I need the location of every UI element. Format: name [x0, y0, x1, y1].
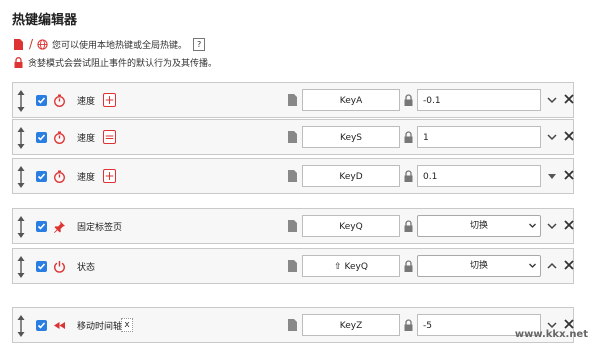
set-operator-button[interactable]: =: [103, 130, 116, 144]
hotkey-row: 状态 ⇧ KeyQ 切换: [12, 248, 574, 284]
stopwatch-icon: [54, 94, 65, 107]
chevron-down-icon[interactable]: [547, 96, 557, 104]
hotkey-row: 速度 + KeyA -0.1: [12, 82, 574, 118]
lock-icon[interactable]: [404, 220, 413, 232]
drag-handle-icon[interactable]: [17, 315, 25, 337]
action-label: 固定标签页: [77, 223, 123, 233]
drag-handle-icon[interactable]: [17, 216, 25, 238]
watermark: www.kkx.net: [515, 329, 588, 340]
chevron-down-icon: [529, 263, 536, 268]
lock-icon[interactable]: [404, 170, 413, 182]
hotkey-scope-note: / 您可以使用本地热键或全局热键。 ?: [12, 37, 206, 51]
value-input[interactable]: 0.1: [417, 165, 541, 187]
increment-operator-button[interactable]: +: [103, 93, 116, 107]
globe-icon: [36, 38, 48, 50]
file-icon[interactable]: [288, 220, 297, 232]
key-input[interactable]: KeyA: [302, 89, 400, 111]
close-icon[interactable]: [564, 319, 574, 329]
key-input[interactable]: ⇧ KeyQ: [302, 255, 400, 277]
enable-checkbox[interactable]: [36, 171, 47, 182]
enable-checkbox[interactable]: [36, 221, 47, 232]
power-icon: [54, 261, 65, 273]
action-label: 速度: [77, 134, 96, 144]
close-icon[interactable]: [564, 260, 574, 270]
value-input[interactable]: 1: [417, 126, 541, 148]
action-label: 速度: [77, 97, 96, 107]
lock-icon[interactable]: [404, 319, 413, 331]
drag-handle-icon[interactable]: [17, 127, 25, 149]
close-icon[interactable]: [564, 94, 574, 104]
page-title: 热键编辑器: [12, 13, 78, 28]
value-input[interactable]: -0.1: [417, 89, 541, 111]
close-icon[interactable]: [564, 131, 574, 141]
lock-icon[interactable]: [404, 94, 413, 106]
drag-handle-icon[interactable]: [17, 90, 25, 112]
action-label: 速度: [77, 173, 96, 183]
action-label: 移动时间轴: [77, 322, 123, 332]
stopwatch-icon: [54, 170, 65, 183]
greedy-note-text: 贪婪模式会尝试阻止事件的默认行为及其传播。: [28, 58, 218, 69]
slash-separator: /: [29, 37, 34, 51]
file-icon[interactable]: [288, 94, 297, 106]
enable-checkbox[interactable]: [36, 95, 47, 106]
drag-handle-icon[interactable]: [17, 166, 25, 188]
chevron-down-icon[interactable]: [547, 321, 557, 329]
hotkey-row: 速度 = KeyS 1: [12, 119, 574, 155]
chevron-down-icon: [529, 223, 536, 228]
action-label: 状态: [77, 263, 96, 273]
scope-note-text: 您可以使用本地热键或全局热键。: [52, 40, 188, 51]
caret-down-icon[interactable]: [547, 172, 557, 180]
lock-icon[interactable]: [404, 131, 413, 143]
file-icon: [12, 38, 24, 50]
chevron-up-icon[interactable]: [547, 262, 557, 270]
mode-select-value: 切换: [469, 261, 488, 271]
enable-checkbox[interactable]: [36, 132, 47, 143]
file-icon[interactable]: [288, 260, 297, 272]
lock-icon: [12, 56, 24, 68]
increment-operator-button[interactable]: +: [103, 169, 116, 183]
lock-icon[interactable]: [404, 260, 413, 272]
stopwatch-icon: [54, 131, 65, 144]
file-icon[interactable]: [288, 131, 297, 143]
help-button[interactable]: ?: [193, 37, 206, 51]
mode-select-value: 切换: [469, 221, 488, 231]
hotkey-row: 移动时间轴 x KeyZ -5: [12, 307, 574, 343]
key-input[interactable]: KeyZ: [302, 314, 400, 336]
watermark-url: www.kkx.net: [514, 329, 588, 340]
close-icon[interactable]: [564, 220, 574, 230]
pin-icon: [54, 221, 65, 233]
enable-checkbox[interactable]: [36, 320, 47, 331]
key-input[interactable]: KeyS: [302, 126, 400, 148]
mode-select[interactable]: 切换: [417, 215, 541, 237]
hotkey-row: 速度 + KeyD 0.1: [12, 158, 574, 194]
file-icon[interactable]: [288, 319, 297, 331]
hotkey-row: 固定标签页 KeyQ 切换: [12, 208, 574, 244]
chevron-down-icon[interactable]: [547, 222, 557, 230]
mode-select[interactable]: 切换: [417, 255, 541, 277]
drag-handle-icon[interactable]: [17, 256, 25, 278]
key-input[interactable]: KeyQ: [302, 215, 400, 237]
file-icon[interactable]: [288, 170, 297, 182]
rewind-icon: [54, 322, 65, 329]
close-icon[interactable]: [564, 170, 574, 180]
chevron-down-icon[interactable]: [547, 133, 557, 141]
key-input[interactable]: KeyD: [302, 165, 400, 187]
greedy-mode-note: 贪婪模式会尝试阻止事件的默认行为及其传播。: [12, 55, 217, 69]
multiplier-button[interactable]: x: [121, 318, 133, 332]
enable-checkbox[interactable]: [36, 261, 47, 272]
